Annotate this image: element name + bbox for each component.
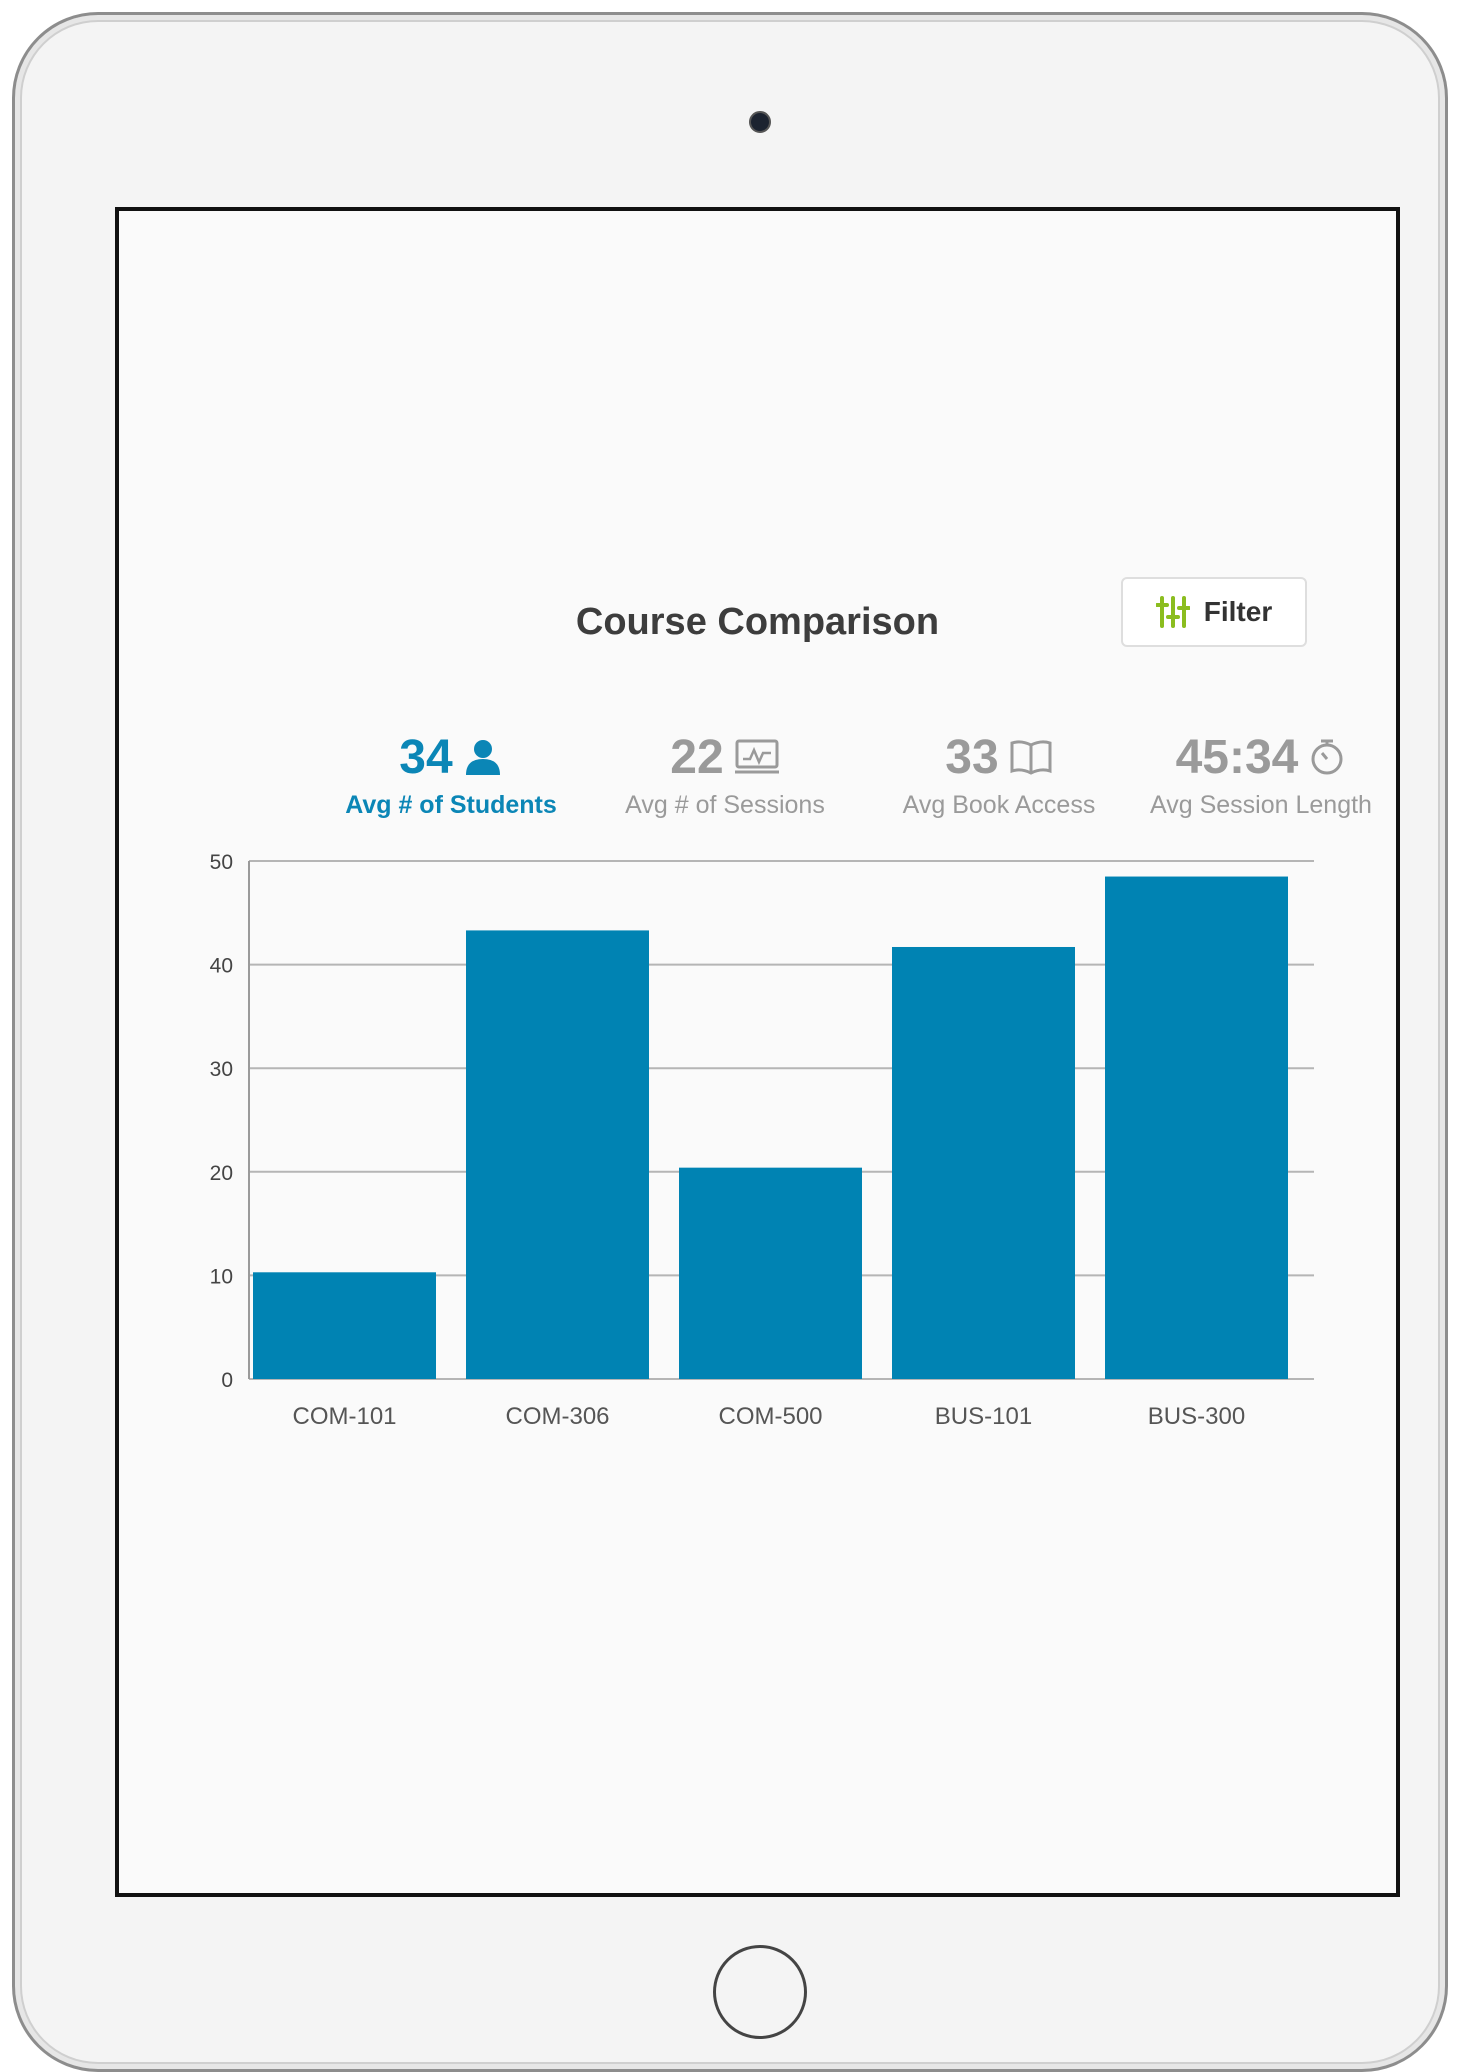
tablet-frame: Course Comparison Filter 34 Avg # of Stu… <box>12 12 1448 2072</box>
x-tick-label: BUS-300 <box>1148 1403 1245 1430</box>
bar <box>1105 876 1288 1379</box>
bar <box>679 1167 862 1379</box>
x-tick-label: COM-500 <box>718 1403 822 1430</box>
x-tick-label: COM-306 <box>505 1403 609 1430</box>
y-tick-label: 50 <box>210 851 233 874</box>
y-tick-label: 40 <box>210 955 233 978</box>
y-tick-label: 0 <box>221 1369 233 1392</box>
bar <box>253 1272 436 1379</box>
x-tick-label: BUS-101 <box>935 1403 1032 1430</box>
y-tick-label: 20 <box>210 1162 233 1185</box>
bar <box>466 930 649 1379</box>
front-camera <box>749 111 771 133</box>
bar-chart: 0 10 20 30 40 50 COM-101 COM-306 COM-500 BUS-101 B… <box>210 851 1314 1430</box>
home-button[interactable] <box>713 1945 807 2039</box>
y-tick-label: 30 <box>210 1058 233 1081</box>
bar <box>892 946 1075 1379</box>
y-tick-label: 10 <box>210 1265 233 1288</box>
x-tick-label: COM-101 <box>292 1403 396 1430</box>
app-screen: Course Comparison Filter 34 Avg # of Stu… <box>115 207 1400 1897</box>
